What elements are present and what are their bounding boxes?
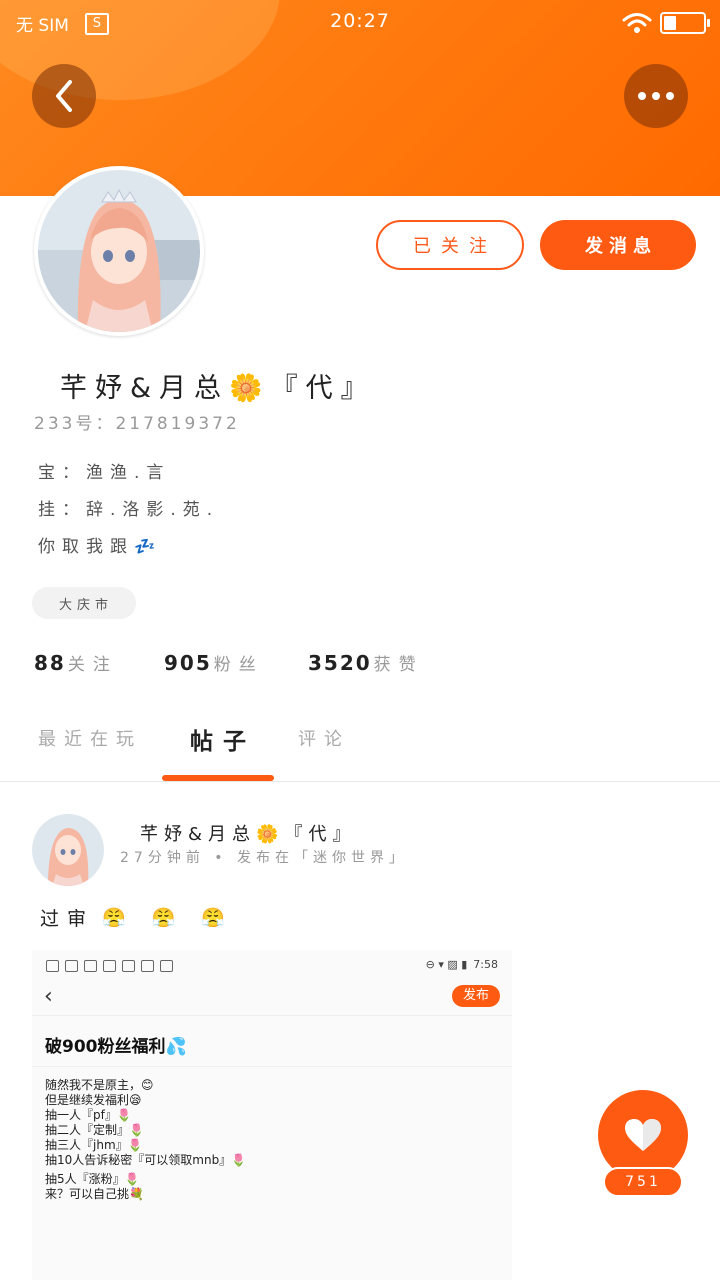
embedded-publish-button: 发布 (452, 985, 500, 1007)
stat-fans[interactable]: 905 粉丝 (164, 650, 264, 675)
bio-line: 挂：辞.洛影.苑. (38, 500, 220, 520)
wifi-icon (622, 13, 652, 33)
following-count: 88 (34, 651, 66, 675)
embedded-divider (32, 1066, 512, 1067)
embedded-time: 7:58 (473, 958, 498, 971)
embedded-status-right: ⊖ ▾ ▨ ▮ 7:58 (426, 958, 498, 971)
embedded-notification-icons (46, 960, 173, 972)
tab-posts[interactable]: 帖子 (190, 722, 256, 756)
likes-label: 获赞 (373, 655, 424, 675)
fans-count: 905 (164, 651, 212, 675)
avatar-image (38, 170, 200, 332)
likes-count: 3520 (308, 651, 372, 675)
battery-icon (660, 12, 710, 34)
bio-line: 宝：渔渔.言 (38, 463, 171, 483)
status-bar: 无 SIM S 20:27 (0, 0, 720, 46)
post-author-avatar[interactable] (32, 814, 104, 886)
embedded-nav-bar: ‹ 发布 (32, 982, 512, 1016)
profile-username: 芊妤&月总🌼『代』 (60, 373, 376, 404)
embedded-line: 抽三人『jhm』🌷 (45, 1138, 143, 1152)
post-image[interactable]: ⊖ ▾ ▨ ▮ 7:58 ‹ 发布 破900粉丝福利💦 随然我不是原主，😊 但是… (32, 950, 512, 1280)
embedded-line: 抽二人『定制』🌷 (45, 1123, 144, 1137)
following-label: 关注 (67, 655, 118, 675)
fans-label: 粉丝 (213, 655, 264, 675)
more-dots-icon (638, 92, 674, 100)
embedded-line: 随然我不是原主，😊 (45, 1078, 154, 1092)
like-count: 751 (603, 1167, 683, 1197)
location-tag[interactable]: 大庆市 (32, 587, 136, 619)
follow-status-button[interactable]: 已关注 (376, 220, 524, 270)
bio-line: 你取我跟💤 (38, 537, 163, 557)
emoji: 😤 (151, 907, 184, 929)
stat-likes: 3520 获赞 (308, 650, 424, 675)
status-right (622, 12, 710, 34)
post-text-content: 过审 (40, 908, 95, 930)
post-meta: 27分钟前 • 发布在「迷你世界」 (120, 850, 408, 866)
profile-uid: 233号：217819372 (34, 414, 240, 434)
send-message-button[interactable]: 发消息 (540, 220, 696, 270)
tab-recent-played[interactable]: 最近在玩 (38, 725, 142, 751)
embedded-status-bar: ⊖ ▾ ▨ ▮ 7:58 (32, 950, 512, 982)
embedded-line: 来？可以自己挑💐 (45, 1187, 144, 1201)
embedded-line: 抽5人『涨粉』🌷 (45, 1172, 140, 1186)
profile-avatar[interactable] (34, 166, 204, 336)
post-text: 过审 😤 😤 😤 (40, 904, 243, 931)
back-button[interactable] (32, 64, 96, 128)
embedded-line: 但是继续发福利😪 (45, 1093, 142, 1107)
tab-comments[interactable]: 评论 (298, 725, 350, 751)
embedded-title: 破900粉丝福利💦 (45, 1037, 187, 1057)
chevron-left-icon: ‹ (44, 984, 53, 1009)
tabs-divider (0, 781, 720, 782)
chevron-left-icon (56, 80, 72, 112)
embedded-line: 抽10人告诉秘密『可以领取mnb』🌷 (45, 1153, 247, 1167)
heart-icon (625, 1119, 661, 1151)
emoji: 😤 (102, 907, 134, 929)
stat-following[interactable]: 88 关注 (34, 650, 118, 675)
embedded-signal-icon: ⊖ ▾ ▨ ▮ (425, 958, 468, 971)
emoji: 😤 (201, 907, 234, 929)
more-options-button[interactable] (624, 64, 688, 128)
post-author-name[interactable]: 芊妤&月总🌼『代』 (140, 820, 356, 846)
embedded-line: 抽一人『pf』🌷 (45, 1108, 132, 1122)
status-time: 20:27 (330, 10, 390, 32)
avatar-image (32, 814, 104, 886)
embedded-body: 随然我不是原主，😊 但是继续发福利😪 抽一人『pf』🌷 抽二人『定制』🌷 抽三人… (45, 1078, 246, 1202)
